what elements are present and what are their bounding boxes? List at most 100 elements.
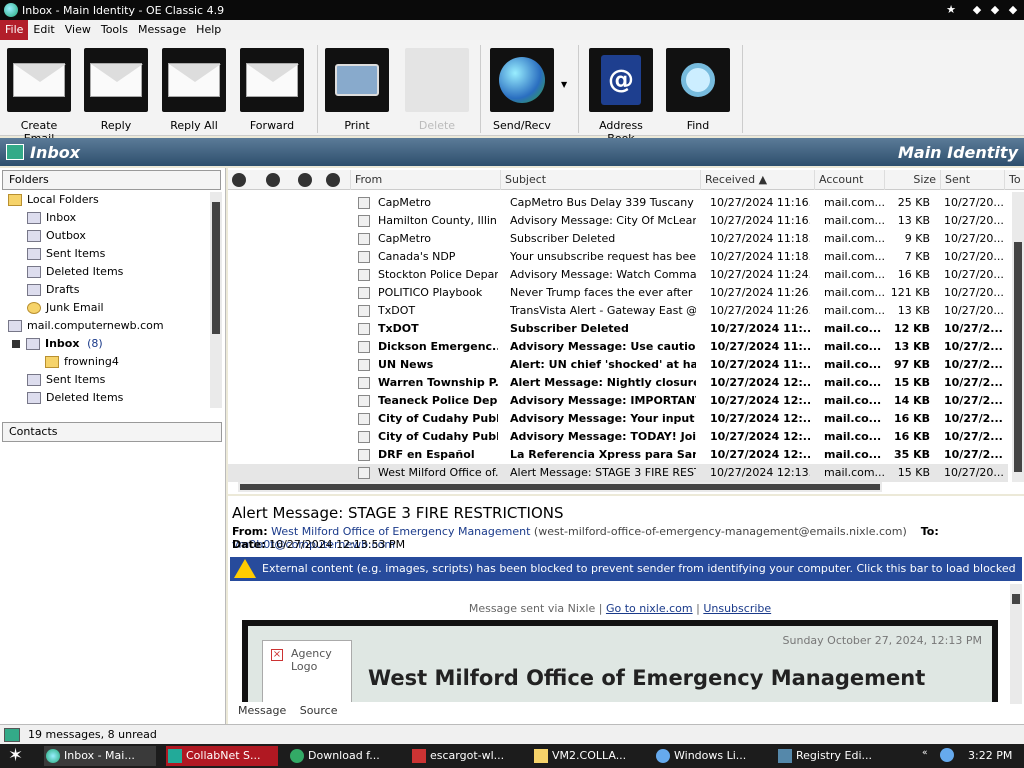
message-row[interactable]: CapMetro Subscriber Deleted 10/27/2024 11:… <box>228 230 1008 248</box>
watch-column-icon[interactable] <box>326 173 340 187</box>
message-row[interactable]: DRF en Español La Referencia Xpress para … <box>228 446 1008 464</box>
address-book-button[interactable]: @ Address Book <box>586 48 656 145</box>
message-list-scroll-thumb[interactable] <box>1014 242 1022 472</box>
folder-scroll-thumb[interactable] <box>212 202 220 334</box>
menu-file[interactable]: File <box>0 20 29 40</box>
contacts-header[interactable]: Contacts <box>2 422 222 442</box>
task-escargot[interactable]: escargot-wl... <box>410 746 522 766</box>
attachment-column-icon[interactable] <box>266 173 280 187</box>
message-row[interactable]: Stockton Police Depar... Advisory Message… <box>228 266 1008 284</box>
message-list-scrollbar[interactable] <box>1012 192 1024 482</box>
create-email-button[interactable]: Create Email <box>4 48 74 145</box>
menu-tools[interactable]: Tools <box>96 20 133 40</box>
column-size[interactable]: Size <box>884 170 940 190</box>
blocked-content-bar[interactable]: External content (e.g. images, scripts) … <box>230 557 1022 599</box>
row-size: 14 KB <box>893 394 930 407</box>
message-row[interactable]: TxDOT Subscriber Deleted 10/27/2024 11:...… <box>228 320 1008 338</box>
tree-account[interactable]: mail.computernewb.com <box>8 317 164 335</box>
task-registry-editor[interactable]: Registry Edi... <box>776 746 888 766</box>
task-vm2[interactable]: VM2.COLLA... <box>532 746 644 766</box>
message-row[interactable]: West Milford Office of... Alert Message: … <box>228 464 1008 482</box>
start-button[interactable]: ✶ <box>8 746 23 766</box>
tree-account-deleted-items[interactable]: Deleted Items <box>27 389 123 407</box>
task-download[interactable]: Download f... <box>288 746 400 766</box>
sort-ascending-icon: ▲ <box>758 173 768 186</box>
tree-account-inbox[interactable]: Inbox (8) <box>12 335 103 353</box>
find-button[interactable]: Find <box>663 48 733 132</box>
menu-edit[interactable]: Edit <box>28 20 59 40</box>
row-account: mail.com... <box>824 466 884 479</box>
hscroll-thumb[interactable] <box>240 484 880 490</box>
mail-icon <box>358 395 370 407</box>
row-sent: 10/27/20... <box>944 232 1004 245</box>
sent-items-icon <box>27 374 41 386</box>
forward-button[interactable]: Forward <box>237 48 307 132</box>
sender-name[interactable]: West Milford Office of Emergency Managem… <box>271 525 530 538</box>
menu-help[interactable]: Help <box>191 20 226 40</box>
message-row[interactable]: CapMetro CapMetro Bus Delay 339 Tuscany 10… <box>228 194 1008 212</box>
tree-drafts[interactable]: Drafts <box>27 281 79 299</box>
mail-icon <box>358 251 370 263</box>
column-to[interactable]: To <box>1004 170 1024 190</box>
column-subject[interactable]: Subject <box>500 170 700 190</box>
message-row[interactable]: Hamilton County, Illin... Advisory Messag… <box>228 212 1008 230</box>
banner-identity: Main Identity <box>897 142 1018 162</box>
print-button[interactable]: Print <box>322 48 392 132</box>
row-account: mail.com... <box>824 268 884 281</box>
column-sent[interactable]: Sent <box>940 170 1004 190</box>
message-row[interactable]: TxDOT TransVista Alert - Gateway East @ .… <box>228 302 1008 320</box>
collapse-icon[interactable] <box>12 340 20 348</box>
reply-all-button[interactable]: Reply All <box>159 48 229 132</box>
message-row[interactable]: City of Cudahy Publ... Advisory Message: … <box>228 428 1008 446</box>
menu-view[interactable]: View <box>60 20 96 40</box>
flag-column-icon[interactable] <box>298 173 312 187</box>
row-sent: 10/27/2... <box>944 322 1003 335</box>
column-from[interactable]: From <box>350 170 500 190</box>
message-list-hscrollbar[interactable] <box>238 482 882 492</box>
folders-header[interactable]: Folders <box>2 170 221 190</box>
message-row[interactable]: Canada's NDP Your unsubscribe request has… <box>228 248 1008 266</box>
task-collabnet[interactable]: CollabNet S... <box>166 746 278 766</box>
reply-button[interactable]: Reply <box>81 48 151 132</box>
row-account: mail.co... <box>824 430 882 443</box>
column-received[interactable]: Received ▲ <box>700 170 814 190</box>
goto-nixle-link[interactable]: Go to nixle.com <box>606 602 693 615</box>
task-windows-live[interactable]: Windows Li... <box>654 746 766 766</box>
tree-local-folders[interactable]: Local Folders <box>8 191 99 209</box>
folder-scrollbar[interactable] <box>210 192 222 408</box>
close-button[interactable]: ◆ <box>1006 3 1020 17</box>
message-row[interactable]: Dickson Emergenc... Advisory Message: Use… <box>228 338 1008 356</box>
tray-user-icon[interactable] <box>940 748 954 762</box>
tree-sent-items[interactable]: Sent Items <box>27 245 105 263</box>
tab-message[interactable]: Message <box>238 704 286 717</box>
tree-deleted-items[interactable]: Deleted Items <box>27 263 123 281</box>
tree-frowning4[interactable]: frowning4 <box>45 353 119 371</box>
preview-scrollbar[interactable] <box>1010 584 1022 704</box>
tab-source[interactable]: Source <box>300 704 338 717</box>
message-row[interactable]: Warren Township P... Alert Message: Night… <box>228 374 1008 392</box>
message-row[interactable]: City of Cudahy Publ... Advisory Message: … <box>228 410 1008 428</box>
pin-icon[interactable]: ★ <box>944 3 958 17</box>
message-row[interactable]: UN News Alert: UN chief 'shocked' at harr… <box>228 356 1008 374</box>
tree-outbox[interactable]: Outbox <box>27 227 86 245</box>
tree-account-sent-items[interactable]: Sent Items <box>27 371 105 389</box>
minimize-button[interactable]: ◆ <box>970 3 984 17</box>
tree-junk-email[interactable]: Junk Email <box>27 299 104 317</box>
row-sent: 10/27/20... <box>944 304 1004 317</box>
message-row[interactable]: POLITICO Playbook Never Trump faces the e… <box>228 284 1008 302</box>
mail-icon <box>358 377 370 389</box>
message-row[interactable]: Teaneck Police Dep... Advisory Message: I… <box>228 392 1008 410</box>
column-account[interactable]: Account <box>814 170 884 190</box>
tray-expand-icon[interactable]: « <box>922 748 928 758</box>
send-receive-dropdown-icon[interactable]: ▼ <box>561 80 567 89</box>
send-receive-button[interactable]: Send/Recv <box>487 48 557 132</box>
clock[interactable]: 3:22 PM <box>968 744 1012 768</box>
maximize-button[interactable]: ◆ <box>988 3 1002 17</box>
priority-column-icon[interactable] <box>232 173 246 187</box>
delete-button[interactable]: Delete <box>402 48 472 132</box>
menu-message[interactable]: Message <box>133 20 191 40</box>
preview-scroll-thumb[interactable] <box>1012 594 1020 604</box>
tree-local-inbox[interactable]: Inbox <box>27 209 76 227</box>
task-inbox[interactable]: Inbox - Mai... <box>44 746 156 766</box>
unsubscribe-link[interactable]: Unsubscribe <box>703 602 771 615</box>
